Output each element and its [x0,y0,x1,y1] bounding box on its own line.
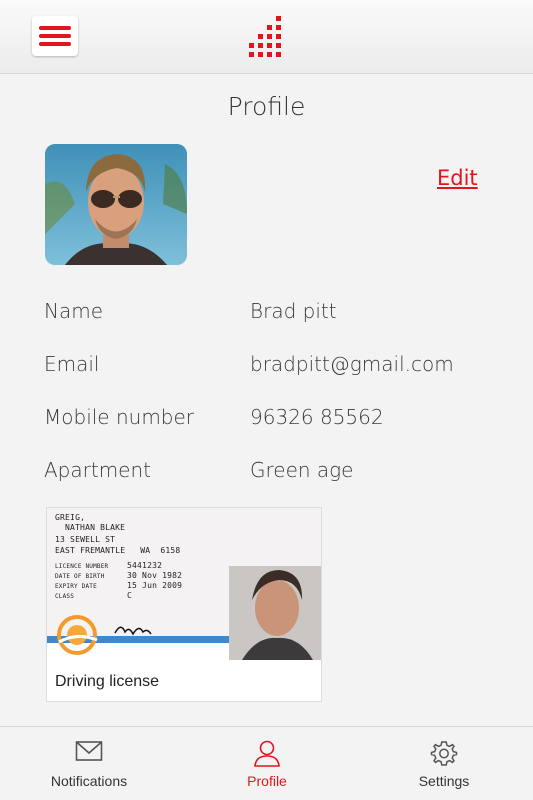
brand-logo-icon [249,16,281,57]
driving-license-card[interactable]: GREIG, NATHAN BLAKE 13 SEWELL ST EAST FR… [46,507,322,702]
detail-label-mobile: Mobile number [44,405,195,429]
license-field-label: EXPIRY DATE [55,583,97,590]
license-image: GREIG, NATHAN BLAKE 13 SEWELL ST EAST FR… [47,508,321,660]
detail-value-apartment: Green age [250,458,354,482]
license-field-value: C [127,591,133,600]
page-title: Profile [227,92,306,121]
license-field-value: 30 Nov 1982 [127,571,183,580]
nav-profile[interactable]: Profile [178,727,356,800]
nav-label-profile: Profile [247,773,287,789]
license-address-line2: EAST FREMANTLE WA 6158 [55,546,181,555]
detail-label-name: Name [44,299,104,323]
nav-label-notifications: Notifications [50,773,128,789]
license-field-value: 5441232 [127,561,163,570]
hamburger-icon [39,26,71,30]
detail-value-mobile: 96326 85562 [250,405,384,429]
edit-profile-link[interactable]: Edit [437,166,478,190]
hamburger-menu-button[interactable] [32,16,78,56]
nav-notifications[interactable]: Notifications [0,727,178,800]
license-surname: GREIG, [55,513,86,522]
app-header [0,0,533,74]
license-caption: Driving license [55,673,160,690]
detail-label-email: Email [44,352,100,376]
nav-label-settings: Settings [418,773,470,789]
license-address-line1: 13 SEWELL ST [55,535,116,544]
avatar [45,144,187,265]
license-field-label: CLASS [55,593,75,600]
user-icon [254,740,280,767]
license-given-names: NATHAN BLAKE [65,523,126,532]
detail-value-name: Brad pitt [250,299,337,323]
license-field-label: LICENCE NUMBER [55,563,109,570]
detail-value-email: bradpitt@gmail.com [250,352,454,376]
gear-icon [430,741,458,766]
license-field-label: DATE OF BIRTH [55,573,105,580]
license-field-value: 15 Jun 2009 [127,581,183,590]
bottom-nav: Notifications Profile Settings [0,726,533,800]
envelope-icon [75,741,103,761]
nav-settings[interactable]: Settings [355,727,533,800]
detail-label-apartment: Apartment [44,458,152,482]
